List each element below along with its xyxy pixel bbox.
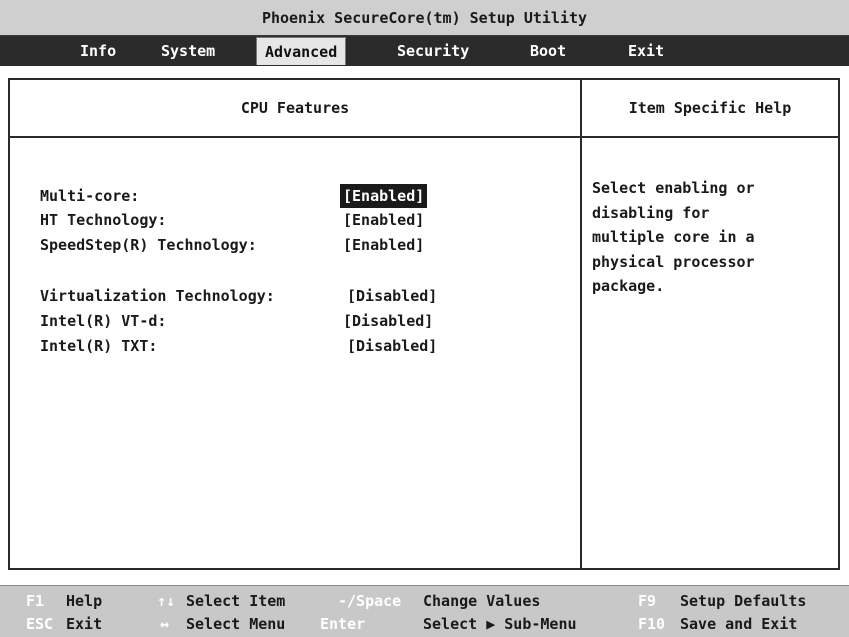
window-title: Phoenix SecureCore(tm) Setup Utility	[0, 0, 849, 36]
setting-value-vt-d[interactable]: [Disabled]	[340, 309, 436, 333]
setting-value-ht-technology[interactable]: [Enabled]	[340, 208, 427, 232]
footer-desc-exit: Exit	[66, 615, 103, 633]
menu-security[interactable]: Security	[389, 36, 477, 66]
help-text: Select enabling or disabling for multipl…	[592, 179, 755, 295]
setting-label-ht-technology: HT Technology:	[40, 211, 167, 229]
footer-key-f9: F9	[638, 592, 657, 610]
setting-label-multi-core: Multi-core:	[40, 187, 140, 205]
setting-label-virtualization: Virtualization Technology:	[40, 287, 275, 305]
footer-desc-select-item: Select Item	[186, 592, 286, 610]
setting-label-speedstep: SpeedStep(R) Technology:	[40, 236, 257, 254]
menu-system[interactable]: System	[153, 36, 223, 66]
menu-bar: Info System Advanced Security Boot Exit	[0, 36, 849, 66]
main-panel: CPU Features Item Specific Help Multi-co…	[8, 78, 840, 570]
menu-exit[interactable]: Exit	[620, 36, 672, 66]
setting-value-virtualization[interactable]: [Disabled]	[344, 284, 440, 308]
footer-key-up-down: ↑↓	[157, 592, 176, 610]
footer-desc-help: Help	[66, 592, 103, 610]
panel-divider-horizontal	[10, 136, 838, 138]
menu-advanced[interactable]: Advanced	[256, 37, 347, 65]
footer-desc-select-menu: Select Menu	[186, 615, 286, 633]
footer-key-esc: ESC	[26, 615, 54, 633]
footer-desc-setup-defaults: Setup Defaults	[680, 592, 807, 610]
setting-label-txt: Intel(R) TXT:	[40, 337, 158, 355]
footer-desc-save-and-exit: Save and Exit	[680, 615, 798, 633]
footer-desc-select-sub-menu: Select ▶ Sub-Menu	[423, 615, 577, 633]
menu-boot[interactable]: Boot	[522, 36, 574, 66]
setting-value-speedstep[interactable]: [Enabled]	[340, 233, 427, 257]
footer-key-minus-space: -/Space	[338, 592, 402, 610]
menu-info[interactable]: Info	[72, 36, 124, 66]
footer-key-f10: F10	[638, 615, 666, 633]
setting-value-multi-core[interactable]: [Enabled]	[340, 184, 428, 208]
setting-label-vt-d: Intel(R) VT-d:	[40, 312, 167, 330]
footer-key-left-right: ↔	[160, 615, 170, 633]
panel-title-help: Item Specific Help	[628, 99, 792, 117]
setting-value-txt[interactable]: [Disabled]	[344, 334, 440, 358]
footer-key-enter: Enter	[320, 615, 366, 633]
footer-keys: F1 Help ↑↓ Select Item -/Space Change Va…	[0, 585, 849, 637]
panel-title-cpu-features: CPU Features	[240, 99, 350, 117]
footer-key-f1: F1	[26, 592, 45, 610]
panel-divider-vertical	[580, 80, 582, 568]
footer-desc-change-values: Change Values	[423, 592, 541, 610]
